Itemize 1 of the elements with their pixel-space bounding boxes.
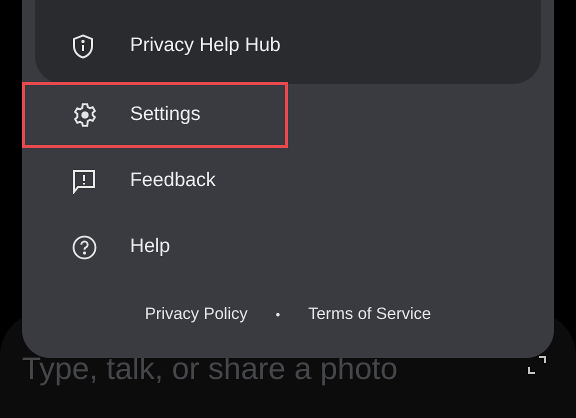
separator-dot: • — [276, 306, 280, 324]
